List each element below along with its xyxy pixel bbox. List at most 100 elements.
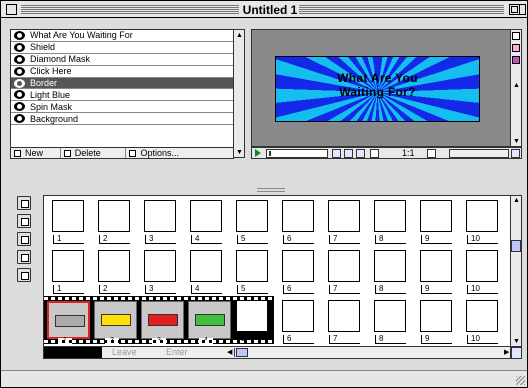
duplicate-frame-icon[interactable] xyxy=(17,214,31,228)
frame-thumbnail[interactable] xyxy=(420,250,452,282)
frame-thumbnail[interactable] xyxy=(328,200,360,232)
frame-thumbnail[interactable] xyxy=(466,300,498,332)
frame-thumbnail[interactable] xyxy=(52,250,84,282)
frame-cell[interactable]: 7 xyxy=(320,196,364,244)
scroll-left-arrow-icon[interactable]: ◀ xyxy=(227,348,232,356)
film-frame-selected[interactable] xyxy=(47,301,90,339)
eye-icon[interactable] xyxy=(14,42,25,52)
frame-cell[interactable]: 7 xyxy=(320,246,364,294)
scroll-down-arrow-icon[interactable]: ▼ xyxy=(236,149,243,156)
frame-thumbnail[interactable] xyxy=(420,300,452,332)
playhead-slider[interactable] xyxy=(266,149,328,158)
frame-cell[interactable]: 4 xyxy=(182,246,226,294)
eye-icon[interactable] xyxy=(14,30,25,40)
layer-list-scrollbar[interactable]: ▲ ▼ xyxy=(234,29,245,158)
resize-grip-icon[interactable] xyxy=(516,376,525,385)
eye-icon[interactable] xyxy=(14,114,25,124)
frame-cell[interactable]: 3 xyxy=(136,246,180,294)
frames-horizontal-scrollbar[interactable] xyxy=(234,348,502,357)
frame-thumbnail[interactable] xyxy=(282,250,314,282)
color-tool-icon[interactable] xyxy=(512,44,520,52)
scroll-right-arrow-icon[interactable] xyxy=(511,149,520,158)
mask-tool-icon[interactable] xyxy=(512,56,520,64)
frame-cell[interactable]: 9 xyxy=(412,246,456,294)
frame-thumbnail[interactable] xyxy=(236,200,268,232)
frame-thumbnail[interactable] xyxy=(374,300,406,332)
frame-cell[interactable]: 8 xyxy=(366,246,410,294)
layer-row[interactable]: Background xyxy=(11,113,233,126)
eye-icon[interactable] xyxy=(14,78,25,88)
frame-thumbnail[interactable] xyxy=(328,300,360,332)
layer-row[interactable]: Shield xyxy=(11,42,233,54)
frame-cell[interactable]: 10 xyxy=(458,196,502,244)
frame-thumbnail[interactable] xyxy=(98,250,130,282)
trash-icon[interactable] xyxy=(17,268,31,282)
eye-icon[interactable] xyxy=(14,102,25,112)
frame-thumbnail[interactable] xyxy=(144,200,176,232)
layer-row[interactable]: Spin Mask xyxy=(11,101,233,114)
zoom-in-icon[interactable] xyxy=(370,149,379,158)
frame-thumbnail[interactable] xyxy=(282,200,314,232)
frame-cell[interactable]: 1 xyxy=(44,196,88,244)
tween-icon[interactable] xyxy=(17,250,31,264)
frame-cell[interactable]: 2 xyxy=(90,246,134,294)
film-frame[interactable] xyxy=(94,301,137,339)
scroll-up-arrow-icon[interactable]: ▲ xyxy=(513,82,520,89)
play-icon[interactable] xyxy=(255,149,261,157)
frame-cell[interactable]: 6 xyxy=(274,196,318,244)
new-frame-icon[interactable] xyxy=(17,196,31,210)
page-tool-icon[interactable] xyxy=(512,32,520,40)
frame-cell[interactable]: 4 xyxy=(182,196,226,244)
frame-thumbnail[interactable] xyxy=(236,250,268,282)
delete-layer-button[interactable]: Delete xyxy=(61,148,127,158)
frame-cell[interactable]: 9 xyxy=(412,196,456,244)
frame-thumbnail[interactable] xyxy=(236,300,268,332)
frame-thumbnail[interactable] xyxy=(52,200,84,232)
frame-cell[interactable]: 3 xyxy=(136,196,180,244)
frame-cell[interactable]: 2 xyxy=(90,196,134,244)
collapse-box[interactable] xyxy=(519,4,526,15)
frames-options-icon[interactable] xyxy=(511,347,522,359)
frame-thumbnail[interactable] xyxy=(190,200,222,232)
frame-cell[interactable]: 10 xyxy=(458,296,502,344)
frame-cell[interactable]: 10 xyxy=(458,246,502,294)
eye-icon[interactable] xyxy=(14,90,25,100)
frame-thumbnail[interactable] xyxy=(98,200,130,232)
frames-vertical-scrollbar[interactable]: ▲ ▼ xyxy=(511,195,522,347)
layer-row[interactable]: Diamond Mask xyxy=(11,54,233,66)
frame-thumbnail[interactable] xyxy=(466,250,498,282)
frame-cell[interactable]: 7 xyxy=(320,296,364,344)
loop-icon[interactable] xyxy=(356,149,365,158)
step-forward-icon[interactable] xyxy=(344,149,353,158)
scroll-down-arrow-icon[interactable]: ▼ xyxy=(513,338,520,345)
frame-thumbnail[interactable] xyxy=(282,300,314,332)
close-box[interactable] xyxy=(6,4,17,15)
film-frame[interactable] xyxy=(188,301,231,339)
paste-frame-icon[interactable] xyxy=(17,232,31,246)
frame-cell[interactable]: 5 xyxy=(228,196,272,244)
frame-cell[interactable]: 5 xyxy=(228,246,272,294)
leave-button[interactable]: Leave xyxy=(112,347,137,358)
eye-icon[interactable] xyxy=(14,66,25,76)
frame-cell[interactable]: 6 xyxy=(274,246,318,294)
frame-thumbnail[interactable] xyxy=(374,250,406,282)
layer-row[interactable]: What Are You Waiting For xyxy=(11,30,233,42)
enter-button[interactable]: Enter xyxy=(166,347,188,358)
layer-row[interactable]: Light Blue xyxy=(11,89,233,102)
preview-tools-scrollbar[interactable]: ▲ ▼ xyxy=(511,29,522,147)
scroll-up-arrow-icon[interactable]: ▲ xyxy=(513,197,520,204)
frame-cell[interactable]: 8 xyxy=(366,196,410,244)
layer-options-button[interactable]: Options... xyxy=(126,148,233,158)
frame-cell[interactable]: 5 xyxy=(228,296,272,344)
frame-cell[interactable]: 8 xyxy=(366,296,410,344)
layer-row-selected[interactable]: Border xyxy=(11,77,233,90)
scroll-down-arrow-icon[interactable]: ▼ xyxy=(513,138,520,145)
frame-cell[interactable]: 1 xyxy=(44,246,88,294)
film-frame[interactable] xyxy=(141,301,184,339)
frame-thumbnail[interactable] xyxy=(190,250,222,282)
frame-thumbnail[interactable] xyxy=(144,250,176,282)
preview-canvas[interactable]: What Are You Waiting For? xyxy=(251,29,511,147)
frame-thumbnail[interactable] xyxy=(466,200,498,232)
preview-horizontal-scrollbar[interactable] xyxy=(449,149,509,158)
eye-icon[interactable] xyxy=(14,54,25,64)
